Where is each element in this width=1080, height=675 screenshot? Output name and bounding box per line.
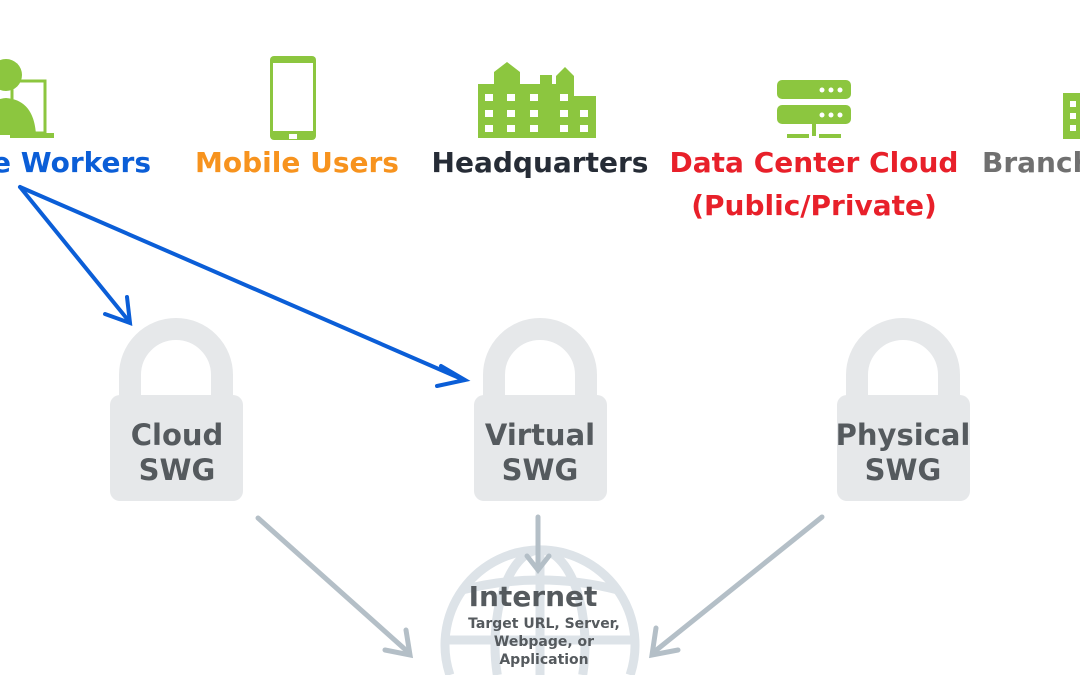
gateway-virtual-line2: SWG xyxy=(502,453,579,487)
server-icon xyxy=(777,80,851,138)
source-label-remote-workers: e Workers xyxy=(0,146,151,179)
mobile-phone-icon xyxy=(270,56,316,140)
buildings-icon xyxy=(478,62,596,138)
internet-line1: Target URL, Server, xyxy=(468,616,620,632)
arrow-physical-to-internet xyxy=(651,514,825,655)
gateway-cloud-line2: SWG xyxy=(139,453,216,487)
internet-line3: Application xyxy=(499,652,588,668)
arrow-workers-to-cloud xyxy=(18,185,130,322)
internet-title: Internet xyxy=(469,580,598,613)
source-label-data-center: Data Center Cloud xyxy=(670,146,959,179)
gateway-physical-line2: SWG xyxy=(865,453,942,487)
arrow-workers-to-virtual xyxy=(18,185,466,382)
source-label-data-center-sub: (Public/Private) xyxy=(691,189,937,222)
internet-line2: Webpage, or xyxy=(494,634,594,650)
gateway-cloud-line1: Cloud xyxy=(131,418,224,452)
remote-worker-icon xyxy=(0,59,54,138)
building-icon xyxy=(1063,93,1080,139)
gateway-virtual-line1: Virtual xyxy=(485,418,595,452)
swg-diagram: e Workers Mobile Users Headquarters Data… xyxy=(0,56,1080,675)
source-label-mobile-users: Mobile Users xyxy=(195,146,399,179)
gateway-physical-line1: Physical xyxy=(836,418,971,452)
arrow-cloud-to-internet xyxy=(255,515,411,655)
source-label-headquarters: Headquarters xyxy=(432,146,649,179)
source-label-branch: Branch xyxy=(982,146,1080,179)
